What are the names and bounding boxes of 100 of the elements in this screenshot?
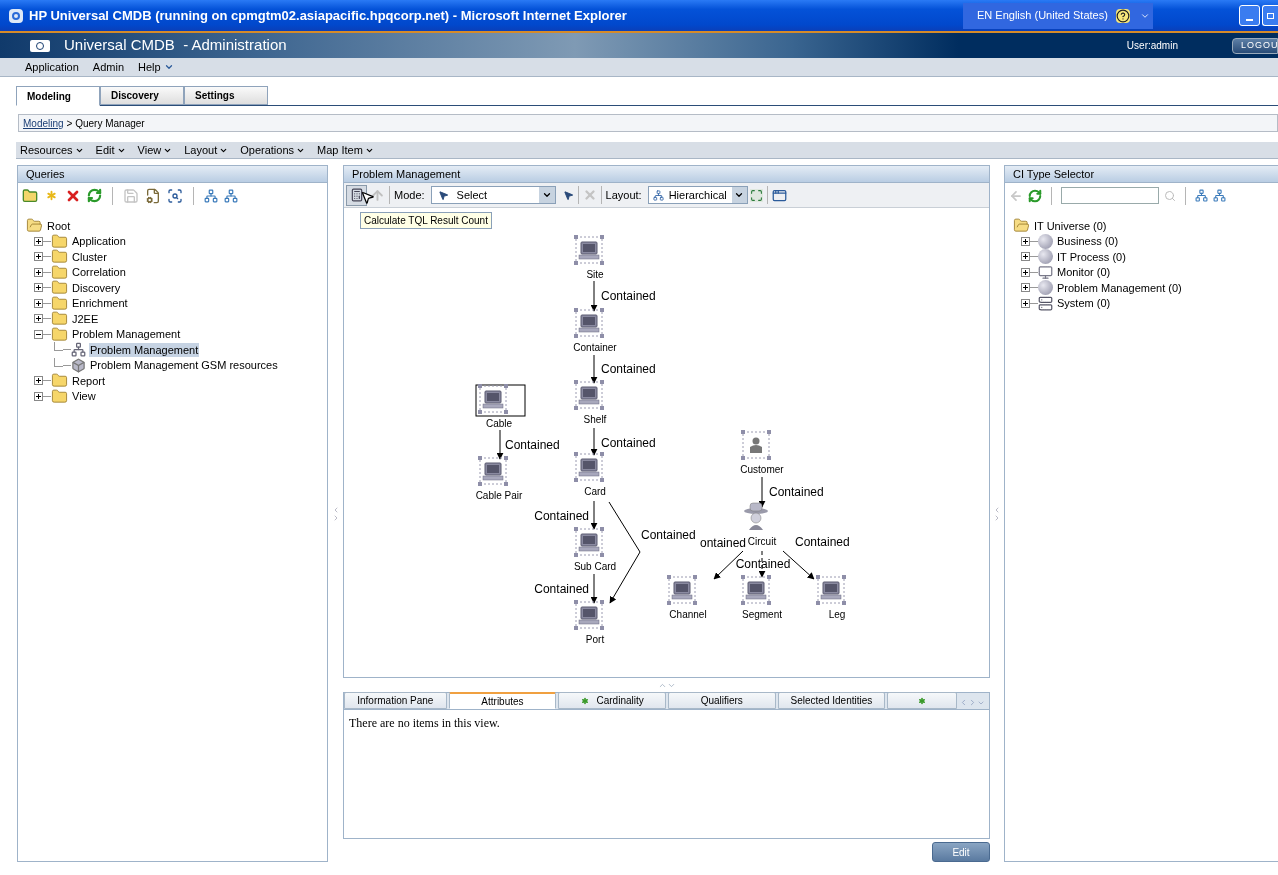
connector-arrow[interactable] [590, 500, 598, 530]
help-icon[interactable] [1115, 8, 1130, 23]
expander-toggle[interactable] [34, 376, 43, 386]
node-label: Shelf [583, 414, 607, 425]
edge-label: Contained [534, 509, 589, 523]
menu-item[interactable]: Admin [92, 58, 124, 76]
window-icon[interactable] [771, 187, 787, 203]
collapse-tree-icon[interactable] [1213, 189, 1226, 202]
pointer-icon[interactable] [562, 189, 574, 201]
app-title: Universal CMDB - Administration [64, 35, 287, 56]
edge-label: Contained [534, 582, 589, 596]
language-label[interactable]: EN English (United States) [977, 7, 1108, 24]
refresh-icon[interactable] [87, 188, 102, 203]
tab[interactable]: Cardinality [558, 692, 666, 709]
menu-item[interactable]: Resources [20, 141, 84, 159]
tree-item[interactable]: Correlation [71, 265, 127, 280]
expander-toggle[interactable] [34, 283, 43, 293]
properties-icon[interactable] [145, 187, 161, 204]
tree-item[interactable]: Monitor (0) [1056, 265, 1112, 280]
edge-label: Contained [601, 289, 656, 303]
search-field[interactable] [1061, 187, 1159, 204]
expander-toggle[interactable] [1021, 283, 1030, 293]
folder-icon [51, 263, 68, 281]
new-folder-icon[interactable] [22, 187, 38, 204]
edge-label: Contained [505, 438, 560, 452]
menu-item[interactable]: View [137, 141, 173, 159]
tree-item[interactable]: System (0) [1056, 296, 1112, 311]
tooltip: Calculate TQL Result Count [360, 212, 492, 229]
expander-toggle[interactable] [34, 236, 43, 246]
edge-label: Contained [601, 362, 656, 376]
expander-toggle[interactable] [34, 329, 43, 339]
tab[interactable]: Modeling [16, 86, 100, 106]
tree-item[interactable]: Problem Management GSM resources [89, 358, 279, 373]
node-label: Channel [669, 609, 707, 620]
expander-toggle[interactable] [1021, 298, 1030, 308]
expander-toggle[interactable] [34, 267, 43, 277]
tree-item[interactable]: Problem Management [71, 327, 182, 342]
tree-item[interactable]: View [71, 389, 97, 404]
expand-tree-icon[interactable] [204, 188, 218, 203]
connector-arrow[interactable] [590, 354, 598, 384]
breadcrumb-link[interactable]: Modeling [23, 115, 64, 131]
person-icon[interactable] [741, 430, 771, 460]
expander-toggle[interactable] [1021, 267, 1030, 277]
connector-arrow[interactable] [590, 573, 598, 604]
node-label: Circuit [747, 536, 777, 547]
tree-item[interactable]: Root [46, 218, 72, 233]
connector-arrow[interactable] [758, 476, 766, 508]
tab[interactable]: Discovery [100, 86, 184, 105]
empty-message: There are no items in this view. [348, 715, 501, 732]
tab[interactable]: Information Pane [344, 692, 447, 709]
collapse-tree-icon[interactable] [224, 188, 238, 203]
hat-figure-icon[interactable] [744, 502, 768, 530]
expander-toggle[interactable] [34, 252, 43, 262]
menu-item[interactable]: Help [138, 58, 174, 76]
menu-item[interactable]: Layout [184, 141, 229, 159]
node-label: Customer [740, 464, 784, 475]
connector-arrow[interactable] [496, 429, 504, 460]
tree-item[interactable]: Application [71, 234, 127, 249]
tree-item[interactable]: Cluster [71, 249, 108, 264]
logout-button[interactable]: LOGOU [1232, 37, 1278, 54]
menu-item[interactable]: Operations [240, 141, 306, 159]
expander-toggle[interactable] [34, 298, 43, 308]
collapse-handle-icon[interactable] [993, 505, 1001, 522]
tree-item[interactable]: Discovery [71, 280, 122, 295]
mode-dropdown[interactable]: Select [430, 186, 556, 204]
tree-item[interactable]: Problem Management [89, 342, 200, 357]
tree-item[interactable]: Enrichment [71, 296, 129, 311]
expander-toggle[interactable] [1021, 252, 1030, 262]
expander-toggle[interactable] [1021, 236, 1030, 246]
tab[interactable]: Selected Identities [777, 692, 886, 709]
expander-toggle[interactable] [34, 391, 43, 401]
tree-item[interactable]: IT Universe (0) [1033, 218, 1108, 233]
minimize-button[interactable] [1239, 5, 1260, 26]
expand-tree-icon[interactable] [1195, 189, 1208, 202]
menu-item[interactable]: Map Item [317, 141, 374, 159]
layout-value: Hierarchical [668, 187, 727, 203]
tab[interactable]: Qualifiers [667, 692, 776, 709]
node-label: Port [585, 634, 605, 645]
tree-item[interactable]: IT Process (0) [1056, 249, 1127, 264]
tree-item[interactable]: Business (0) [1056, 234, 1120, 249]
menu-item[interactable]: Edit [95, 141, 126, 159]
layout-dropdown[interactable]: Hierarchical [647, 186, 748, 204]
refresh-icon[interactable] [1028, 188, 1042, 203]
node-label: Segment [742, 609, 782, 620]
calculator-icon [349, 188, 364, 202]
connector-arrow[interactable] [590, 280, 598, 312]
folder-icon [51, 279, 68, 297]
menu-item[interactable]: Application [25, 58, 79, 76]
fit-to-window-icon[interactable] [749, 188, 763, 202]
node-label: Site [586, 269, 604, 280]
tab[interactable]: Settings [184, 86, 268, 105]
edge-label: Contained [735, 557, 791, 571]
expander-toggle[interactable] [34, 314, 43, 324]
tree-item[interactable]: J2EE [71, 311, 100, 326]
tree-item[interactable]: Report [71, 373, 107, 388]
connector-arrow[interactable] [590, 427, 598, 456]
tab[interactable]: Attributes [448, 692, 557, 709]
tree-item[interactable]: Problem Management (0) [1056, 280, 1183, 295]
restore-button[interactable] [1262, 5, 1278, 26]
search-icon[interactable] [167, 187, 183, 204]
